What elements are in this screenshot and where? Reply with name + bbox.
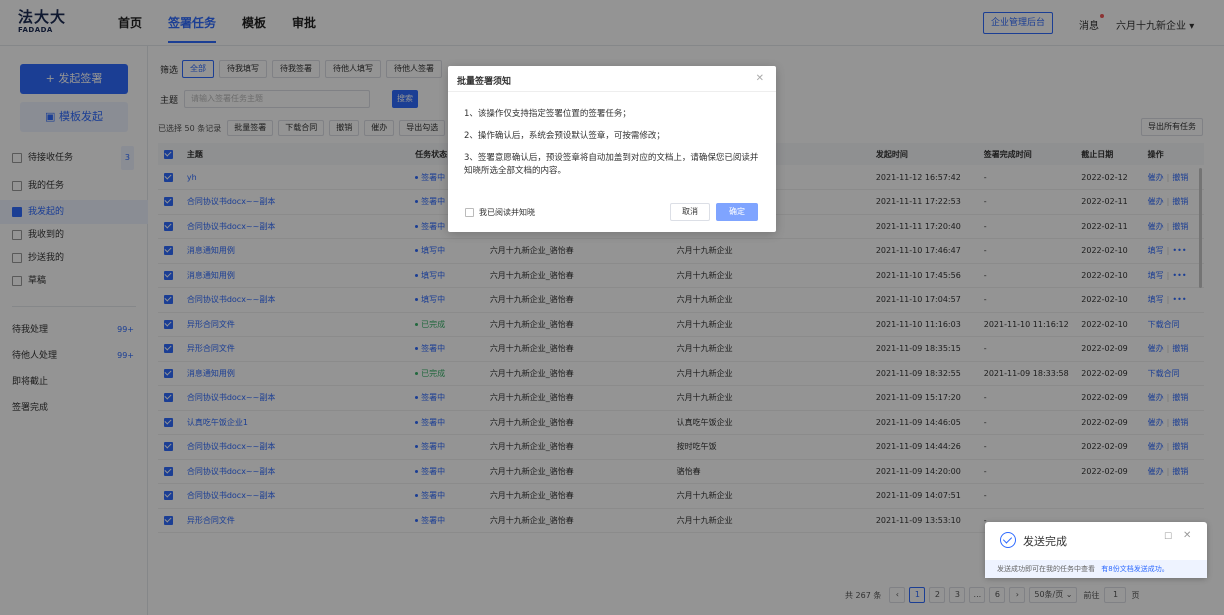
cancel-button[interactable]: 取消 — [670, 203, 710, 221]
check-circle-icon — [1000, 532, 1016, 548]
close-icon[interactable]: ✕ — [756, 73, 764, 84]
notice-line-1: 1、该操作仅支持指定签署位置的签署任务； — [464, 109, 631, 119]
notice-line-3: 3、签署意愿确认后，预设签章将自动加盖到对应的文档上，请确保您已阅读并知晓所选全… — [464, 153, 759, 176]
notification-text: 发送成功即可在我的任务中查看 — [997, 565, 1095, 573]
notification-title: 发送完成 — [1023, 535, 1067, 548]
close-icon[interactable]: ✕ — [1183, 530, 1191, 541]
dialog-body: 1、该操作仅支持指定签署位置的签署任务； 2、操作确认后，系统会预设默认签章，可按… — [464, 108, 764, 187]
dialog-title: 批量签署须知 — [457, 77, 512, 87]
dialog-divider — [448, 91, 776, 92]
notification-message: 发送成功即可在我的任务中查看 有8份文档发送成功。 — [985, 560, 1207, 578]
checkbox-icon — [465, 208, 474, 217]
agree-label: 我已阅读并知晓 — [479, 208, 535, 217]
notice-line-2: 2、操作确认后，系统会预设默认签章，可按需修改； — [464, 131, 665, 141]
send-complete-notification: 发送完成 ☐ ✕ 发送成功即可在我的任务中查看 有8份文档发送成功。 — [985, 522, 1207, 578]
notification-link[interactable]: 有8份文档发送成功。 — [1101, 565, 1168, 573]
agree-checkbox[interactable]: 我已阅读并知晓 — [465, 207, 535, 218]
batch-sign-notice-dialog: 批量签署须知 ✕ 1、该操作仅支持指定签署位置的签署任务； 2、操作确认后，系统会… — [448, 66, 776, 232]
confirm-button[interactable]: 确定 — [716, 203, 758, 221]
minimize-icon[interactable]: ☐ — [1164, 532, 1172, 542]
